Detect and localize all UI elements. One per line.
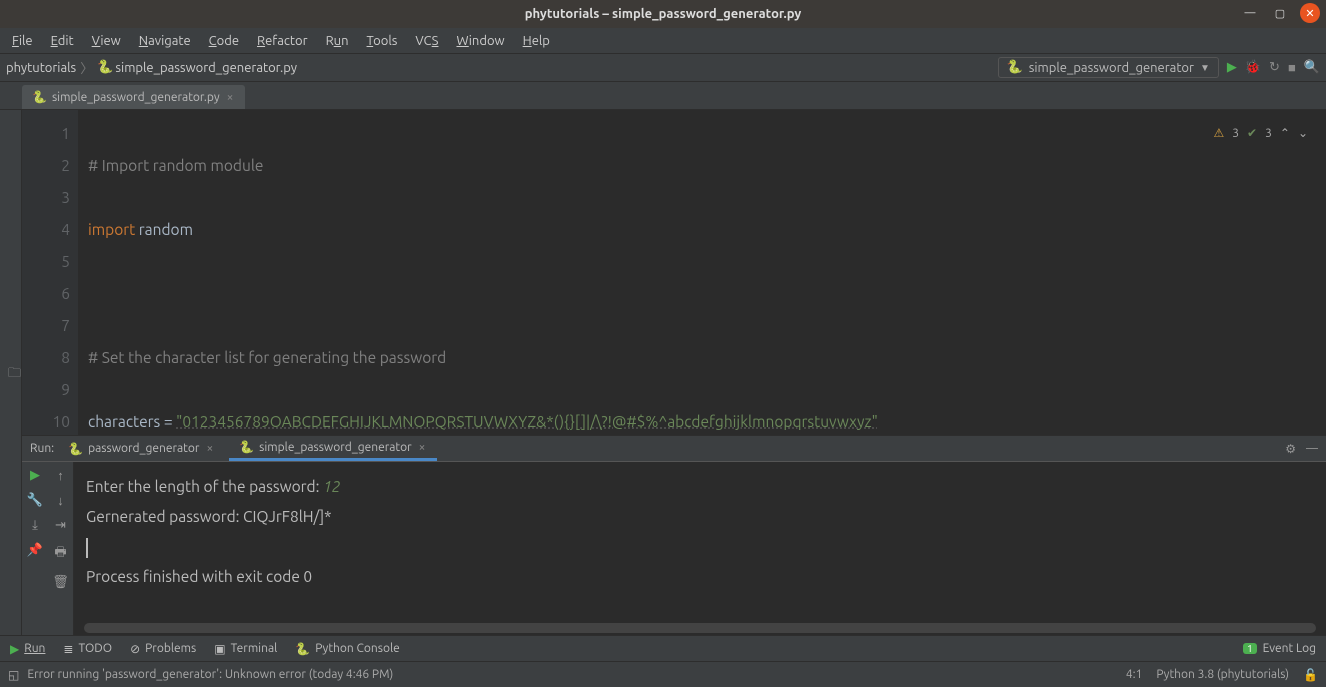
rerun-button[interactable]: ▶ [30, 468, 40, 483]
menu-code[interactable]: Code [201, 32, 247, 50]
terminal-tool-button[interactable]: ▣Terminal [214, 642, 277, 656]
run-config-name: simple_password_generator [1029, 61, 1194, 75]
interpreter-label[interactable]: Python 3.8 (phytutorials) [1156, 668, 1289, 681]
menu-refactor[interactable]: Refactor [249, 32, 316, 50]
window-titlebar: phytutorials – simple_password_generator… [0, 0, 1326, 28]
run-controls-col2: ↑ ↓ ⇥ 🖶 🗑 [48, 462, 74, 635]
menu-window[interactable]: Window [448, 32, 512, 50]
gutter-line-numbers: 1 2 3 4 5 6 7 8 9 10 [22, 110, 78, 435]
python-file-icon: 🐍 [97, 60, 113, 75]
menu-file[interactable]: File [4, 32, 41, 50]
menu-edit[interactable]: Edit [43, 32, 82, 50]
debug-button[interactable]: 🐞 [1245, 60, 1261, 75]
caret-position[interactable]: 4:1 [1126, 668, 1143, 681]
lock-icon[interactable]: 🔓 [1303, 668, 1318, 682]
toggle-scroll-button[interactable]: ⤓ [32, 518, 38, 533]
menu-vcs[interactable]: VCS [407, 32, 446, 50]
step-up-icon[interactable]: ↑ [57, 468, 64, 483]
console-output[interactable]: Enter the length of the password: 12 Ger… [74, 462, 1326, 635]
python-icon: 🐍 [1007, 60, 1023, 75]
left-tool-strip: 🗀 Project Structure Favorites [0, 110, 22, 635]
run-button[interactable]: ▶ [1227, 60, 1237, 75]
menu-tools[interactable]: Tools [359, 32, 406, 50]
code-area[interactable]: # Import random module import random # S… [78, 110, 1326, 435]
bottom-tool-strip: ▶Run ≣TODO ⊘Problems ▣Terminal 🐍Python C… [0, 635, 1326, 661]
problems-tool-button[interactable]: ⊘Problems [130, 642, 196, 656]
window-title: phytutorials – simple_password_generator… [0, 7, 1326, 21]
stop-button[interactable]: ■ [1288, 60, 1296, 75]
event-log-button[interactable]: Event Log [1263, 642, 1316, 655]
run-tool-window: Run: 🐍 password_generator × 🐍 simple_pas… [22, 435, 1326, 635]
console-caret [86, 538, 88, 558]
breadcrumb: phytutorials 〉 🐍 simple_password_generat… [6, 58, 297, 77]
warning-icon: ⊘ [130, 642, 140, 656]
soft-wrap-button[interactable]: ⇥ [55, 518, 66, 533]
clear-all-button[interactable]: 🗑 [52, 575, 69, 590]
close-tab-icon[interactable]: × [204, 442, 215, 455]
close-tab-icon[interactable]: × [225, 91, 236, 104]
search-everywhere-button[interactable]: 🔍 [1304, 60, 1320, 75]
todo-tool-button[interactable]: ≣TODO [63, 642, 112, 656]
main-area: 🗀 Project Structure Favorites 1 2 3 4 5 … [0, 110, 1326, 635]
window-minimize-button[interactable]: — [1240, 3, 1260, 23]
breadcrumb-file[interactable]: simple_password_generator.py [115, 61, 297, 75]
notification-badge: 1 [1243, 643, 1257, 654]
python-icon: 🐍 [295, 642, 310, 656]
menu-run[interactable]: Run [318, 32, 357, 50]
chevron-down-icon[interactable]: ⌄ [1298, 118, 1308, 150]
settings-icon[interactable]: ⚙ [1285, 442, 1296, 456]
breadcrumb-separator-icon: 〉 [78, 58, 95, 77]
horizontal-scrollbar[interactable] [84, 623, 1316, 633]
modify-run-config-button[interactable]: 🔧 [27, 493, 43, 508]
run-coverage-button[interactable]: ↻ [1269, 60, 1280, 75]
window-close-button[interactable]: ✕ [1300, 3, 1320, 23]
tool-windows-toggle-icon[interactable]: ◱ [8, 668, 19, 682]
python-console-tool-button[interactable]: 🐍Python Console [295, 642, 399, 656]
menu-navigate[interactable]: Navigate [131, 32, 199, 50]
run-tab-active[interactable]: 🐍 simple_password_generator × [229, 436, 437, 461]
status-message: Error running 'password_generator': Unkn… [27, 668, 393, 681]
menu-view[interactable]: View [84, 32, 129, 50]
python-icon: 🐍 [239, 440, 254, 454]
python-icon: 🐍 [68, 442, 83, 456]
editor-tab[interactable]: 🐍 simple_password_generator.py × [22, 85, 245, 109]
warning-icon: ⚠ [1213, 118, 1224, 150]
close-tab-icon[interactable]: × [417, 441, 428, 454]
chevron-up-icon[interactable]: ⌃ [1280, 118, 1290, 150]
navigation-bar: phytutorials 〉 🐍 simple_password_generat… [0, 54, 1326, 82]
list-icon: ≣ [63, 642, 73, 656]
inspection-indicators[interactable]: ⚠3 ✔3 ⌃ ⌄ [1213, 118, 1308, 150]
terminal-icon: ▣ [214, 642, 225, 656]
run-controls-col1: ▶ 🔧 ⤓ 📌 [22, 462, 48, 635]
project-tool-icon[interactable]: 🗀 [8, 364, 21, 386]
run-label: Run: [30, 442, 54, 455]
main-menu-bar: File Edit View Navigate Code Refactor Ru… [0, 28, 1326, 54]
window-maximize-button[interactable]: ▢ [1270, 3, 1290, 23]
run-configuration-selector[interactable]: 🐍 simple_password_generator ▼ [998, 57, 1219, 78]
tab-label: simple_password_generator.py [52, 91, 220, 104]
run-tool-button[interactable]: ▶Run [10, 642, 45, 656]
step-down-icon[interactable]: ↓ [57, 493, 64, 508]
run-tab[interactable]: 🐍 password_generator × [58, 438, 225, 460]
editor-tabs: 🐍 simple_password_generator.py × [0, 82, 1326, 110]
pin-tab-button[interactable]: 📌 [27, 543, 43, 558]
play-icon: ▶ [10, 642, 19, 656]
hide-button[interactable]: — [1306, 442, 1318, 455]
run-tool-header: Run: 🐍 password_generator × 🐍 simple_pas… [22, 436, 1326, 462]
menu-help[interactable]: Help [515, 32, 558, 50]
code-editor[interactable]: 1 2 3 4 5 6 7 8 9 10 # Import random mod… [22, 110, 1326, 435]
python-file-icon: 🐍 [32, 90, 47, 104]
weak-warning-icon: ✔ [1247, 118, 1257, 150]
breadcrumb-project[interactable]: phytutorials [6, 61, 76, 75]
print-button[interactable]: 🖶 [54, 543, 66, 565]
status-bar: ◱ Error running 'password_generator': Un… [0, 661, 1326, 687]
chevron-down-icon: ▼ [1200, 62, 1210, 74]
